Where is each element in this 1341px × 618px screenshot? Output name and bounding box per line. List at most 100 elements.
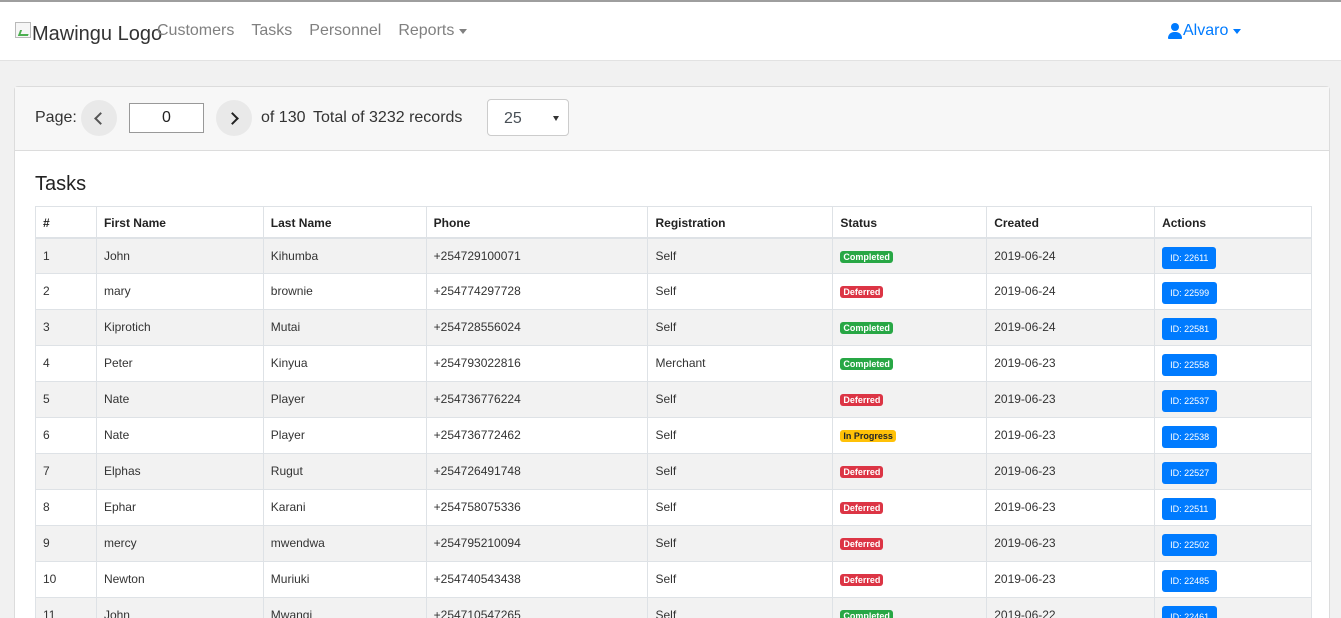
cell-first-name: Elphas bbox=[95, 453, 264, 490]
cell-first-name: Peter bbox=[95, 345, 264, 382]
tasks-table: # First Name Last Name Phone Registratio… bbox=[35, 206, 1312, 618]
top-navbar: Mawingu Logo Customers Tasks Personnel R… bbox=[0, 2, 1341, 61]
next-page-button[interactable] bbox=[216, 100, 252, 136]
task-id-button[interactable]: ID: 22558 bbox=[1162, 354, 1218, 376]
page-title: Tasks bbox=[35, 173, 87, 195]
task-id-button[interactable]: ID: 22511 bbox=[1162, 498, 1217, 520]
column-header-status[interactable]: Status bbox=[832, 206, 988, 239]
logo-alt-text: Mawingu Logo bbox=[32, 23, 163, 45]
nav-links: Customers Tasks Personnel Reports bbox=[157, 22, 484, 40]
cell-number: 3 bbox=[35, 309, 97, 346]
column-header-registration[interactable]: Registration bbox=[647, 206, 834, 239]
cell-created: 2019-06-23 bbox=[986, 381, 1156, 418]
cell-first-name: Nate bbox=[95, 417, 264, 454]
page-number-input[interactable]: 0 bbox=[129, 103, 204, 133]
cell-first-name: mercy bbox=[95, 525, 264, 562]
cell-last-name: Muriuki bbox=[262, 561, 427, 598]
user-menu-dropdown[interactable]: Alvaro bbox=[1168, 22, 1242, 40]
task-id-button[interactable]: ID: 22599 bbox=[1162, 282, 1218, 304]
cell-first-name: Ephar bbox=[95, 489, 264, 526]
cell-number: 8 bbox=[35, 489, 97, 526]
cell-created: 2019-06-24 bbox=[986, 273, 1156, 310]
column-header-number[interactable]: # bbox=[35, 206, 97, 239]
column-header-created[interactable]: Created bbox=[986, 206, 1156, 239]
table-body: 1 John Kihumba +254729100071 Self Completed 20… bbox=[35, 237, 1312, 618]
nav-link-tasks[interactable]: Tasks bbox=[251, 22, 292, 40]
cell-actions: ID: 22538 bbox=[1154, 417, 1312, 454]
cell-phone: +254795210094 bbox=[425, 525, 649, 562]
cell-number: 4 bbox=[35, 345, 97, 382]
table-row: 9 mercy mwendwa +254795210094 Self Deferred 20… bbox=[35, 525, 1312, 562]
cell-status: Completed bbox=[832, 597, 988, 618]
status-badge: Deferred bbox=[840, 466, 884, 478]
page-scrollbar[interactable] bbox=[1329, 62, 1341, 618]
cell-first-name: Kiprotich bbox=[95, 309, 264, 346]
status-badge: Deferred bbox=[840, 394, 884, 406]
column-header-last-name[interactable]: Last Name bbox=[262, 206, 427, 239]
status-badge: Completed bbox=[840, 610, 893, 618]
task-id-button[interactable]: ID: 22538 bbox=[1162, 426, 1218, 448]
cell-actions: ID: 22599 bbox=[1154, 273, 1312, 310]
nav-link-reports-dropdown[interactable]: Reports bbox=[398, 22, 468, 40]
cell-last-name: Rugut bbox=[262, 453, 427, 490]
cell-number: 6 bbox=[35, 417, 97, 454]
task-id-button[interactable]: ID: 22537 bbox=[1162, 390, 1218, 412]
task-id-button[interactable]: ID: 22485 bbox=[1162, 570, 1218, 592]
user-name: Alvaro bbox=[1183, 22, 1229, 39]
pagination-bar: Page: 0 of 130 Total of 3232 records 25 bbox=[15, 87, 1329, 151]
cell-created: 2019-06-23 bbox=[986, 561, 1156, 598]
cell-status: Completed bbox=[832, 345, 988, 382]
cell-first-name: Newton bbox=[95, 561, 264, 598]
table-row: 1 John Kihumba +254729100071 Self Completed 20… bbox=[35, 237, 1312, 274]
caret-down-icon bbox=[1233, 28, 1242, 34]
cell-registration: Self bbox=[647, 489, 834, 526]
cell-last-name: Player bbox=[262, 381, 427, 418]
cell-last-name: Mutai bbox=[262, 309, 427, 346]
table-row: 6 Nate Player +254736772462 Self In Progress 2… bbox=[35, 417, 1312, 454]
cell-actions: ID: 22502 bbox=[1154, 525, 1312, 562]
table-row: 5 Nate Player +254736776224 Self Deferred 2019… bbox=[35, 381, 1312, 418]
cell-registration: Self bbox=[647, 273, 834, 310]
cell-registration: Self bbox=[647, 309, 834, 346]
task-id-button[interactable]: ID: 22527 bbox=[1162, 462, 1218, 484]
task-id-button[interactable]: ID: 22502 bbox=[1162, 534, 1218, 556]
broken-image-icon bbox=[15, 22, 31, 38]
tasks-card: Page: 0 of 130 Total of 3232 records 25 … bbox=[14, 86, 1330, 618]
task-id-button[interactable]: ID: 22461 bbox=[1162, 606, 1218, 618]
caret-down-icon bbox=[553, 116, 559, 121]
cell-status: Deferred bbox=[832, 561, 988, 598]
cell-phone: +254710547265 bbox=[425, 597, 649, 618]
table-row: 2 mary brownie +254774297728 Self Deferred 201… bbox=[35, 273, 1312, 310]
previous-page-button[interactable] bbox=[81, 100, 117, 136]
column-header-first-name[interactable]: First Name bbox=[95, 206, 264, 239]
cell-created: 2019-06-23 bbox=[986, 345, 1156, 382]
column-header-phone[interactable]: Phone bbox=[425, 206, 649, 239]
logo[interactable]: Mawingu Logo bbox=[15, 20, 162, 48]
cell-number: 11 bbox=[35, 597, 97, 618]
cell-created: 2019-06-22 bbox=[986, 597, 1156, 618]
status-badge: Completed bbox=[840, 250, 893, 263]
cell-phone: +254758075336 bbox=[425, 489, 649, 526]
chevron-right-icon bbox=[226, 111, 239, 125]
task-id-button[interactable]: ID: 22581 bbox=[1162, 318, 1218, 340]
task-id-button[interactable]: ID: 22611 bbox=[1162, 246, 1217, 269]
page-size-select[interactable]: 25 bbox=[487, 99, 569, 136]
page-size-value: 25 bbox=[504, 110, 522, 127]
page-label: Page: bbox=[35, 109, 77, 126]
status-badge: In Progress bbox=[840, 430, 896, 442]
cell-number: 5 bbox=[35, 381, 97, 418]
cell-first-name: mary bbox=[95, 273, 264, 310]
table-header-row: # First Name Last Name Phone Registratio… bbox=[35, 206, 1312, 239]
user-icon bbox=[1168, 23, 1182, 39]
nav-link-personnel[interactable]: Personnel bbox=[309, 22, 381, 40]
cell-first-name: John bbox=[95, 597, 264, 618]
cell-last-name: brownie bbox=[262, 273, 427, 310]
cell-registration: Self bbox=[647, 381, 834, 418]
cell-status: Deferred bbox=[832, 273, 988, 310]
cell-phone: +254729100071 bbox=[425, 237, 649, 274]
cell-last-name: Player bbox=[262, 417, 427, 454]
cell-status: Deferred bbox=[832, 453, 988, 490]
nav-link-customers[interactable]: Customers bbox=[157, 22, 234, 40]
status-badge: Deferred bbox=[840, 574, 884, 586]
table-row: 8 Ephar Karani +254758075336 Self Deferred 201… bbox=[35, 489, 1312, 526]
